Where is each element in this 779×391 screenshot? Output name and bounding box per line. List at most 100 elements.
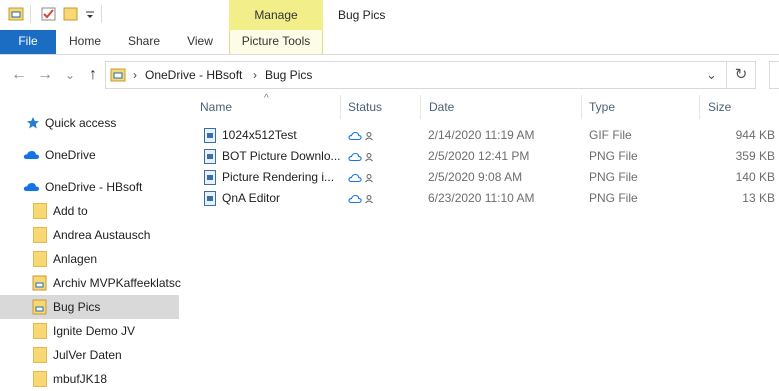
online-only-cloud-icon xyxy=(348,152,373,162)
folder-icon xyxy=(33,251,47,267)
address-row: ← → ⌄ ↑ › OneDrive - HBsoft › Bug Pics ⌄… xyxy=(0,55,779,95)
nav-label: Add to xyxy=(53,204,88,218)
nav-item-quick-access[interactable]: Quick access xyxy=(0,111,179,135)
cloud-icon xyxy=(23,183,40,191)
window-title: Bug Pics xyxy=(338,8,386,22)
nav-item-folder-selected[interactable]: Bug Pics xyxy=(0,295,179,319)
file-size: 944 KB xyxy=(735,128,775,142)
nav-item-folder[interactable]: Archiv MVPKaffeeklatsc xyxy=(0,271,181,295)
nav-label: Archiv MVPKaffeeklatsc xyxy=(53,276,181,290)
file-size: 140 KB xyxy=(735,170,775,184)
nav-label: Quick access xyxy=(45,116,117,130)
forward-button[interactable]: → xyxy=(36,65,54,85)
nav-label: OneDrive - HBsoft xyxy=(45,180,143,194)
ribbon-tabs: File Home Share View Picture Tools xyxy=(0,30,779,55)
search-input[interactable] xyxy=(769,61,779,89)
folder-icon xyxy=(33,227,47,243)
column-divider[interactable] xyxy=(581,95,582,119)
file-name: BOT Picture Downlo... xyxy=(222,149,341,163)
file-type: PNG File xyxy=(589,149,638,163)
sort-indicator-icon: ^ xyxy=(264,93,269,104)
column-header-type[interactable]: Type xyxy=(589,95,615,119)
nav-item-onedrive-hbsoft[interactable]: OneDrive - HBsoft xyxy=(0,175,179,199)
image-file-icon xyxy=(204,149,216,164)
file-list: ^ Name Status Date Type Size 1024x512Tes… xyxy=(188,93,779,380)
file-date: 2/14/2020 11:19 AM xyxy=(428,128,535,142)
file-size: 13 KB xyxy=(742,191,775,205)
nav-label: Anlagen xyxy=(53,252,98,266)
shared-folder-icon xyxy=(32,275,47,291)
breadcrumb-separator: › xyxy=(253,68,257,82)
file-row[interactable]: Picture Rendering i... 2/5/2020 9:08 AM … xyxy=(200,167,779,188)
recent-locations-button[interactable]: ⌄ xyxy=(62,65,78,85)
file-type: PNG File xyxy=(589,170,638,184)
file-type: GIF File xyxy=(589,128,632,142)
tab-view[interactable]: View xyxy=(176,30,224,54)
tab-share[interactable]: Share xyxy=(119,30,169,54)
new-folder-icon[interactable] xyxy=(63,7,79,21)
column-header-status[interactable]: Status xyxy=(348,95,382,119)
file-name: 1024x512Test xyxy=(222,128,297,142)
image-file-icon xyxy=(204,128,216,143)
tab-picture-tools[interactable]: Picture Tools xyxy=(229,30,323,54)
divider xyxy=(101,5,102,23)
file-name: Picture Rendering i... xyxy=(222,170,335,184)
address-bar[interactable]: › OneDrive - HBsoft › Bug Pics ⌄ xyxy=(105,61,727,89)
star-icon xyxy=(27,117,39,129)
breadcrumb-separator: › xyxy=(133,68,137,82)
nav-label: JulVer Daten xyxy=(53,348,122,362)
manage-tab[interactable]: Manage xyxy=(229,0,323,30)
nav-label: mbufJK18 xyxy=(53,372,108,386)
column-header-name[interactable]: Name xyxy=(200,95,232,119)
folder-icon xyxy=(33,347,47,363)
nav-label: OneDrive xyxy=(45,148,96,162)
tab-file[interactable]: File xyxy=(0,30,56,54)
column-header-size[interactable]: Size xyxy=(708,95,731,119)
nav-item-folder[interactable]: Add to xyxy=(0,199,179,223)
column-divider[interactable] xyxy=(340,95,341,119)
nav-item-folder[interactable]: Ignite Demo JV xyxy=(0,319,179,343)
address-dropdown-button[interactable]: ⌄ xyxy=(706,62,717,88)
column-divider[interactable] xyxy=(420,95,421,119)
properties-icon[interactable] xyxy=(8,7,24,21)
onedrive-folder-icon xyxy=(110,68,126,82)
customize-toolbar-icon[interactable] xyxy=(85,7,95,21)
file-row[interactable]: BOT Picture Downlo... 2/5/2020 12:41 PM … xyxy=(200,146,779,167)
nav-label: Ignite Demo JV xyxy=(53,324,136,338)
nav-item-folder[interactable]: Anlagen xyxy=(0,247,179,271)
folder-icon xyxy=(33,203,47,219)
refresh-button[interactable]: ↻ xyxy=(727,61,756,89)
image-file-icon xyxy=(204,191,216,206)
online-only-cloud-icon xyxy=(348,131,373,141)
breadcrumb-bug-pics[interactable]: Bug Pics xyxy=(265,62,312,88)
nav-item-onedrive[interactable]: OneDrive xyxy=(0,143,179,167)
column-header-date[interactable]: Date xyxy=(429,95,454,119)
back-button[interactable]: ← xyxy=(10,65,28,85)
nav-item-folder[interactable]: JulVer Daten xyxy=(0,343,179,367)
file-date: 2/5/2020 9:08 AM xyxy=(428,170,523,184)
shared-folder-icon xyxy=(32,299,47,315)
file-name: QnA Editor xyxy=(222,191,281,205)
breadcrumb-onedrive-hbsoft[interactable]: OneDrive - HBsoft xyxy=(145,62,242,88)
nav-label: Bug Pics xyxy=(53,300,101,314)
navigation-pane: Quick access OneDrive OneDrive - HBsoft … xyxy=(0,95,183,387)
folder-icon xyxy=(33,371,47,387)
folder-icon xyxy=(33,323,47,339)
nav-item-folder[interactable]: mbufJK18 xyxy=(0,367,179,391)
title-bar: Manage Bug Pics xyxy=(0,0,779,30)
online-only-cloud-icon xyxy=(348,194,373,204)
checkmark-icon[interactable] xyxy=(41,7,57,21)
nav-label: Andrea Austausch xyxy=(53,228,151,242)
online-only-cloud-icon xyxy=(348,173,373,183)
tab-home[interactable]: Home xyxy=(62,30,108,54)
file-size: 359 KB xyxy=(735,149,775,163)
up-button[interactable]: ↑ xyxy=(84,65,102,85)
nav-item-folder[interactable]: Andrea Austausch xyxy=(0,223,179,247)
file-row[interactable]: QnA Editor 6/23/2020 11:10 AM PNG File 1… xyxy=(200,188,779,209)
divider xyxy=(30,5,31,23)
image-file-icon xyxy=(204,170,216,185)
column-divider[interactable] xyxy=(699,95,700,119)
cloud-icon xyxy=(23,151,40,159)
file-row[interactable]: 1024x512Test 2/14/2020 11:19 AM GIF File… xyxy=(200,125,779,146)
file-date: 2/5/2020 12:41 PM xyxy=(428,149,530,163)
